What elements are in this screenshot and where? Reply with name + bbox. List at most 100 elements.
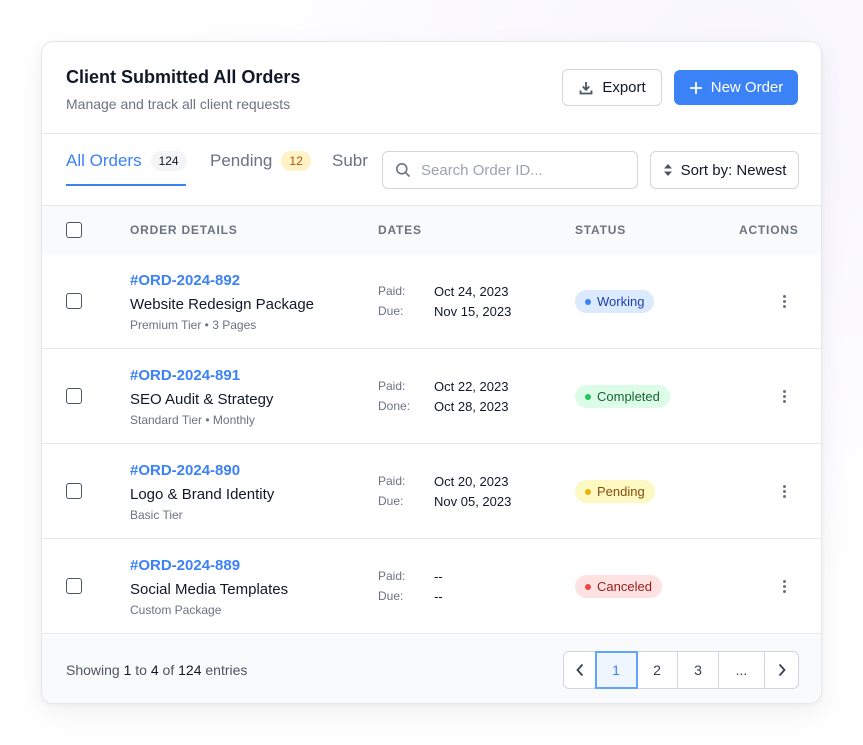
new-order-label: New Order xyxy=(710,79,784,96)
order-name: Social Media Templates xyxy=(130,581,289,598)
row-checkbox[interactable] xyxy=(66,388,82,404)
row-checkbox[interactable] xyxy=(66,578,82,594)
download-icon xyxy=(579,81,593,94)
more-vertical-icon[interactable] xyxy=(777,387,791,405)
date-value: Nov 05, 2023 xyxy=(434,494,512,509)
date-label: Due: xyxy=(378,494,404,508)
new-order-button[interactable]: New Order xyxy=(674,70,798,105)
order-meta: Standard Tier • Monthly xyxy=(130,413,255,427)
order-name: Logo & Brand Identity xyxy=(130,486,275,503)
more-vertical-icon[interactable] xyxy=(777,482,791,500)
search-icon xyxy=(396,163,411,178)
date-label: Paid: xyxy=(378,569,406,583)
date-label: Paid: xyxy=(378,379,406,393)
date-label: Paid: xyxy=(378,284,406,298)
export-label: Export xyxy=(602,79,646,96)
order-id-link[interactable]: #ORD-2024-889 xyxy=(130,557,240,574)
status-dot xyxy=(585,583,591,590)
page-subtitle: Manage and track all client requests xyxy=(66,96,291,112)
date-value: Nov 15, 2023 xyxy=(434,304,512,319)
status-badge: Completed xyxy=(575,385,670,408)
toolbar: All Orders 124 Pending 12 Subr Search Or… xyxy=(42,135,821,206)
status-label: Working xyxy=(597,294,645,309)
order-meta: Premium Tier • 3 Pages xyxy=(130,318,257,332)
date-value: Oct 28, 2023 xyxy=(434,399,509,414)
sort-icon xyxy=(663,164,672,176)
export-button[interactable]: Export xyxy=(562,69,662,106)
tab-label: Subr xyxy=(332,150,368,170)
table-row: #ORD-2024-891 SEO Audit & Strategy Stand… xyxy=(42,349,821,444)
tab-count-badge: 124 xyxy=(150,150,187,171)
showing-of-word: of xyxy=(162,662,175,678)
prev-page-button[interactable] xyxy=(564,652,596,688)
chevron-right-icon xyxy=(778,663,786,677)
tab-pending[interactable]: Pending 12 xyxy=(210,135,311,186)
search-box[interactable] xyxy=(382,151,638,189)
tab-all-orders[interactable]: All Orders 124 xyxy=(66,135,187,186)
order-id-link[interactable]: #ORD-2024-892 xyxy=(130,272,240,289)
date-label: Paid: xyxy=(378,474,406,488)
date-label: Done: xyxy=(378,399,411,413)
table-header: ORDER DETAILS DATES STATUS ACTIONS xyxy=(42,206,821,254)
order-meta: Basic Tier xyxy=(130,508,183,522)
entries-summary: Showing 1 to 4 of 124 entries xyxy=(66,662,247,678)
showing-total: 124 xyxy=(178,662,202,678)
page-title: Client Submitted All Orders xyxy=(66,67,301,87)
page-button-3[interactable]: 3 xyxy=(678,652,719,688)
sort-dropdown[interactable]: Sort by: Newest xyxy=(650,151,799,189)
date-value: Oct 22, 2023 xyxy=(434,379,509,394)
tab-bar: All Orders 124 Pending 12 Subr xyxy=(66,135,368,206)
order-name: SEO Audit & Strategy xyxy=(130,391,274,408)
date-label: Due: xyxy=(378,304,404,318)
status-label: Canceled xyxy=(597,579,652,594)
showing-from: 1 xyxy=(123,662,132,678)
active-tab-indicator xyxy=(66,184,186,186)
row-checkbox[interactable] xyxy=(66,293,82,309)
order-id-link[interactable]: #ORD-2024-891 xyxy=(130,367,240,384)
status-dot xyxy=(585,298,591,305)
more-vertical-icon[interactable] xyxy=(777,292,791,310)
page-ellipsis: ... xyxy=(719,652,765,688)
page-button-2[interactable]: 2 xyxy=(637,652,678,688)
column-status[interactable]: STATUS xyxy=(575,223,626,237)
column-order-details[interactable]: ORDER DETAILS xyxy=(130,223,238,237)
showing-to: 4 xyxy=(150,662,159,678)
date-value: Oct 20, 2023 xyxy=(434,474,509,489)
table-row: #ORD-2024-890 Logo & Brand Identity Basi… xyxy=(42,444,821,539)
page-button-1[interactable]: 1 xyxy=(595,651,638,689)
status-dot xyxy=(585,488,591,495)
order-id-link[interactable]: #ORD-2024-890 xyxy=(130,462,240,479)
next-page-button[interactable] xyxy=(765,652,798,688)
search-input[interactable] xyxy=(421,161,621,179)
tab-submitted[interactable]: Subr xyxy=(332,135,368,186)
tab-label: Pending xyxy=(210,150,273,170)
showing-suffix: entries xyxy=(205,662,248,678)
select-all-checkbox[interactable] xyxy=(66,222,82,238)
tab-label: All Orders xyxy=(66,150,142,170)
order-name: Website Redesign Package xyxy=(130,296,314,313)
sort-label: Sort by: Newest xyxy=(680,161,787,179)
tab-count-badge: 12 xyxy=(281,150,311,171)
date-value: -- xyxy=(434,589,443,604)
orders-card: Client Submitted All Orders Manage and t… xyxy=(41,41,822,704)
status-dot xyxy=(585,393,591,400)
order-meta: Custom Package xyxy=(130,603,222,617)
table-row: #ORD-2024-892 Website Redesign Package P… xyxy=(42,254,821,349)
chevron-left-icon xyxy=(575,663,583,677)
status-label: Completed xyxy=(597,389,660,404)
row-checkbox[interactable] xyxy=(66,483,82,499)
date-label: Due: xyxy=(378,589,404,603)
table-row: #ORD-2024-889 Social Media Templates Cus… xyxy=(42,539,821,634)
column-dates[interactable]: DATES xyxy=(378,223,422,237)
date-value: Oct 24, 2023 xyxy=(434,284,509,299)
more-vertical-icon[interactable] xyxy=(777,577,791,595)
status-badge: Canceled xyxy=(575,575,662,598)
table-footer: Showing 1 to 4 of 124 entries 1 2 3 ... xyxy=(42,635,821,703)
pagination: 1 2 3 ... xyxy=(563,651,799,689)
card-header: Client Submitted All Orders Manage and t… xyxy=(42,42,821,134)
plus-icon xyxy=(689,81,702,94)
status-label: Pending xyxy=(597,484,645,499)
status-badge: Working xyxy=(575,290,655,313)
status-badge: Pending xyxy=(575,480,655,503)
column-actions: ACTIONS xyxy=(739,223,799,237)
